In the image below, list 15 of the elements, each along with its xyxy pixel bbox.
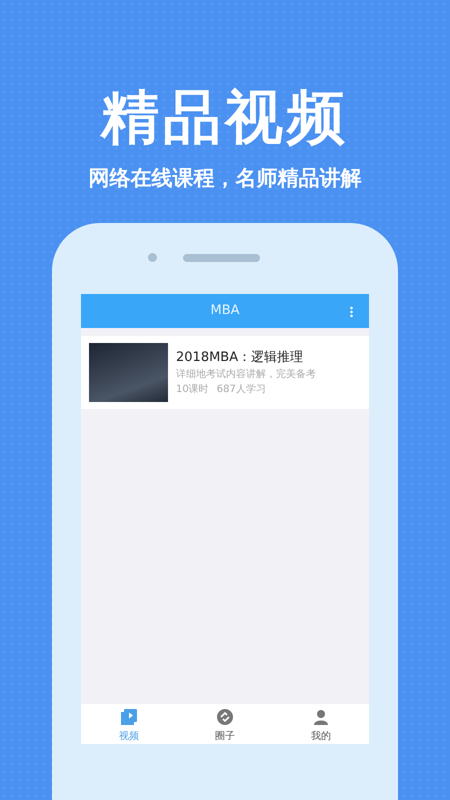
circle-icon: [217, 709, 233, 725]
app-bar-title: MBA: [210, 302, 240, 320]
course-description: 详细地考试内容讲解，完美备考: [176, 368, 316, 382]
tagline: 网络在线课程，名师精品讲解: [88, 168, 362, 189]
more-menu-icon[interactable]: [350, 306, 353, 317]
lesson-count: 10课时: [176, 382, 209, 398]
course-item[interactable]: 2018MBA：逻辑推理 详细地考试内容讲解，完美备考 10课时 687人学习: [81, 336, 369, 409]
tab-button[interactable]: 圈子: [215, 729, 235, 744]
video-icon: [121, 709, 137, 725]
person-icon: [313, 709, 329, 725]
camera-dot: [148, 253, 157, 262]
course-title: 2018MBA：逻辑推理: [176, 348, 304, 367]
tab-button[interactable]: 我的: [311, 729, 331, 744]
headline: 精品视频: [99, 88, 350, 146]
learner-count: 687人学习: [216, 383, 266, 398]
